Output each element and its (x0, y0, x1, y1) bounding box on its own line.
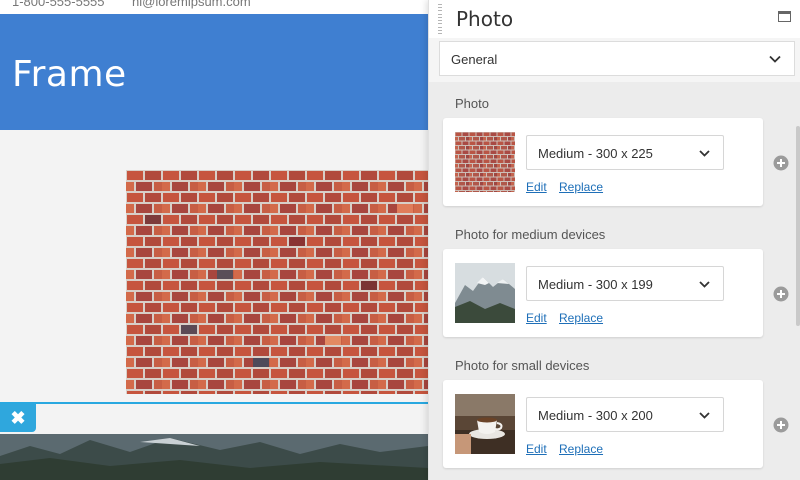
photo-medium-size-select[interactable]: Medium - 300 x 199 (526, 266, 724, 301)
photo-size-value: Medium - 300 x 225 (538, 146, 653, 161)
replace-photo-medium-link[interactable]: Replace (559, 311, 603, 325)
section-label-small-devices: Photo for small devices (455, 358, 590, 373)
settings-scroll-area: Photo Medium - 300 x 225 Edit Replace Ph… (429, 82, 800, 480)
photo-medium-card: Medium - 300 x 199 Edit Replace (443, 249, 763, 337)
section-label-photo: Photo (455, 96, 489, 111)
photo-small-size-value: Medium - 300 x 200 (538, 408, 653, 423)
mountains-thumbnail (455, 263, 515, 323)
brick-wall-photo[interactable] (126, 170, 428, 394)
edit-photo-small-link[interactable]: Edit (526, 442, 547, 456)
hero-banner[interactable]: Frame (0, 14, 428, 130)
chevron-down-icon (699, 150, 710, 157)
add-circle-icon[interactable] (773, 417, 789, 433)
scrollbar[interactable] (795, 82, 800, 480)
chevron-down-icon (699, 412, 710, 419)
minimize-icon[interactable] (778, 11, 791, 22)
edit-photo-link[interactable]: Edit (526, 180, 547, 194)
drag-handle-icon[interactable] (438, 4, 442, 34)
panel-header: Photo (429, 0, 800, 38)
top-bar: 1-800-555-5555 hi@loremipsum.com (0, 0, 428, 14)
close-icon[interactable]: ✖ (0, 404, 36, 432)
panel-title: Photo (456, 7, 514, 31)
scrollbar-thumb[interactable] (796, 126, 800, 326)
section-label-medium-devices: Photo for medium devices (455, 227, 606, 242)
settings-panel: Photo General Photo Medium - 300 x 225 E… (428, 0, 800, 480)
phone-number: 1-800-555-5555 (12, 0, 105, 9)
brick-wall-thumbnail (455, 132, 515, 192)
hero-title: Frame (12, 54, 127, 95)
coffee-cup-thumbnail (455, 394, 515, 454)
photo-size-select[interactable]: Medium - 300 x 225 (526, 135, 724, 170)
photo-medium-size-value: Medium - 300 x 199 (538, 277, 653, 292)
mountain-photo (0, 434, 428, 480)
chevron-down-icon (769, 55, 781, 63)
tab-select[interactable]: General (439, 41, 795, 76)
edit-photo-medium-link[interactable]: Edit (526, 311, 547, 325)
tab-select-value: General (451, 52, 498, 67)
add-circle-icon[interactable] (773, 155, 789, 171)
add-circle-icon[interactable] (773, 286, 789, 302)
photo-small-size-select[interactable]: Medium - 300 x 200 (526, 397, 724, 432)
selection-outline (0, 402, 428, 404)
replace-photo-link[interactable]: Replace (559, 180, 603, 194)
chevron-down-icon (699, 281, 710, 288)
replace-photo-small-link[interactable]: Replace (559, 442, 603, 456)
page-canvas: 1-800-555-5555 hi@loremipsum.com Frame ✖ (0, 0, 428, 480)
photo-card: Medium - 300 x 225 Edit Replace (443, 118, 763, 206)
email-address: hi@loremipsum.com (132, 0, 251, 9)
photo-small-card: Medium - 300 x 200 Edit Replace (443, 380, 763, 468)
